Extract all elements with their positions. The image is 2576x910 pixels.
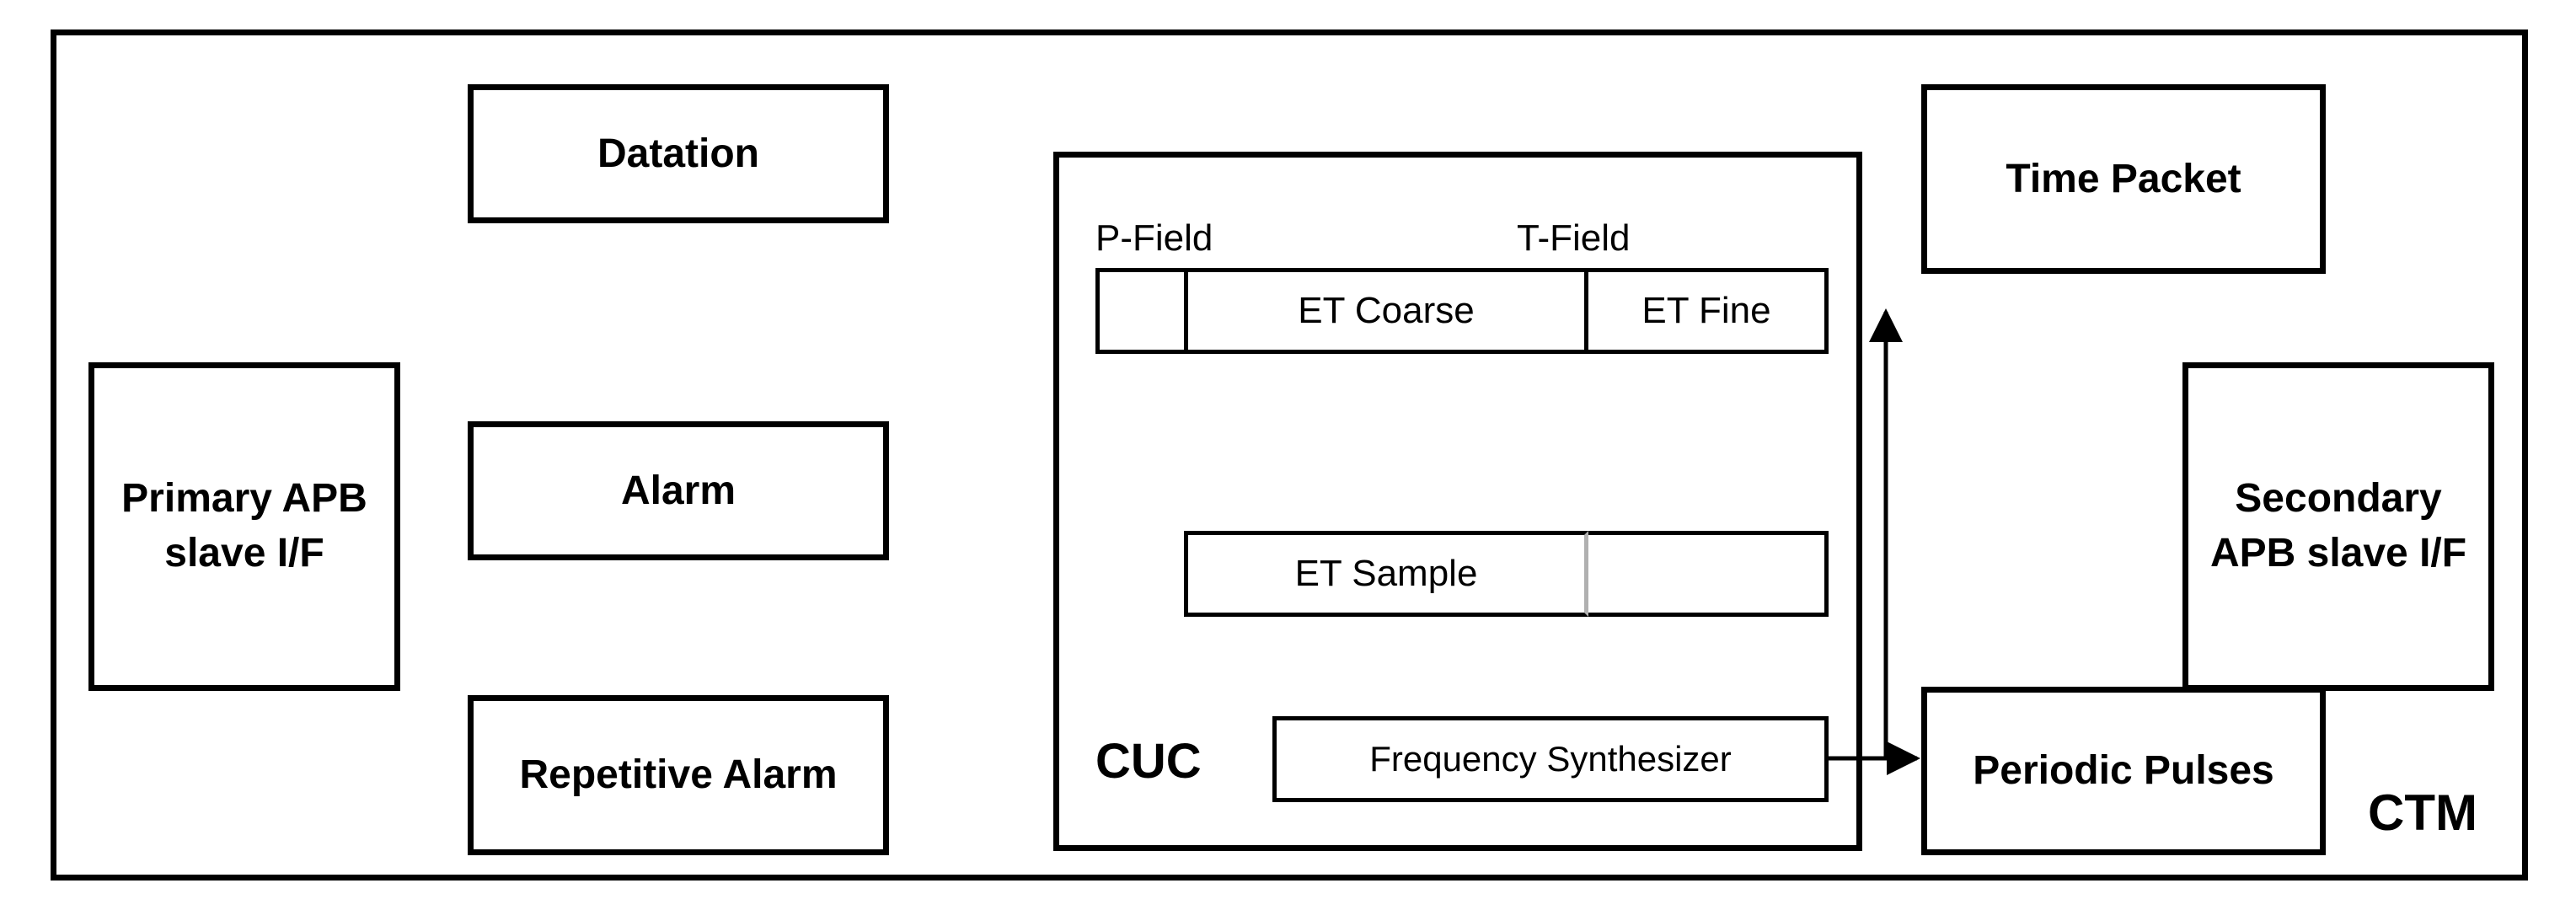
- repetitive-alarm-label: Repetitive Alarm: [519, 750, 837, 800]
- et-fine-label: ET Fine: [1641, 290, 1770, 332]
- time-packet-block: Time Packet: [1921, 84, 2326, 274]
- et-coarse-cell: ET Coarse: [1184, 268, 1588, 354]
- diagram-canvas: CTM Primary APB slave I/F Secondary APB …: [0, 0, 2576, 910]
- freq-synth-label: Frequency Synthesizer: [1369, 739, 1732, 779]
- periodic-pulses-label: Periodic Pulses: [1973, 746, 2274, 796]
- pfield-cell: [1095, 268, 1188, 354]
- et-sample-cell: ET Sample: [1184, 531, 1588, 617]
- secondary-apb-slave: Secondary APB slave I/F: [2182, 362, 2494, 691]
- freq-synth-block: Frequency Synthesizer: [1272, 716, 1829, 802]
- alarm-label: Alarm: [621, 468, 736, 514]
- primary-apb-slave-label: Primary APB slave I/F: [94, 472, 394, 581]
- pfield-label: P-Field: [1095, 217, 1213, 260]
- et-sample-label: ET Sample: [1295, 553, 1478, 595]
- time-packet-label: Time Packet: [2006, 154, 2241, 205]
- ctm-label: CTM: [2368, 784, 2477, 842]
- datation-block: Datation: [468, 84, 889, 223]
- tfield-label: T-Field: [1517, 217, 1630, 260]
- et-coarse-label: ET Coarse: [1298, 290, 1475, 332]
- datation-label: Datation: [597, 131, 759, 177]
- cuc-label: CUC: [1095, 733, 1202, 790]
- et-fine-cell: ET Fine: [1584, 268, 1829, 354]
- primary-apb-slave: Primary APB slave I/F: [88, 362, 400, 691]
- secondary-apb-slave-label: Secondary APB slave I/F: [2188, 472, 2488, 581]
- periodic-pulses-block: Periodic Pulses: [1921, 687, 2326, 855]
- repetitive-alarm-block: Repetitive Alarm: [468, 695, 889, 855]
- alarm-block: Alarm: [468, 421, 889, 560]
